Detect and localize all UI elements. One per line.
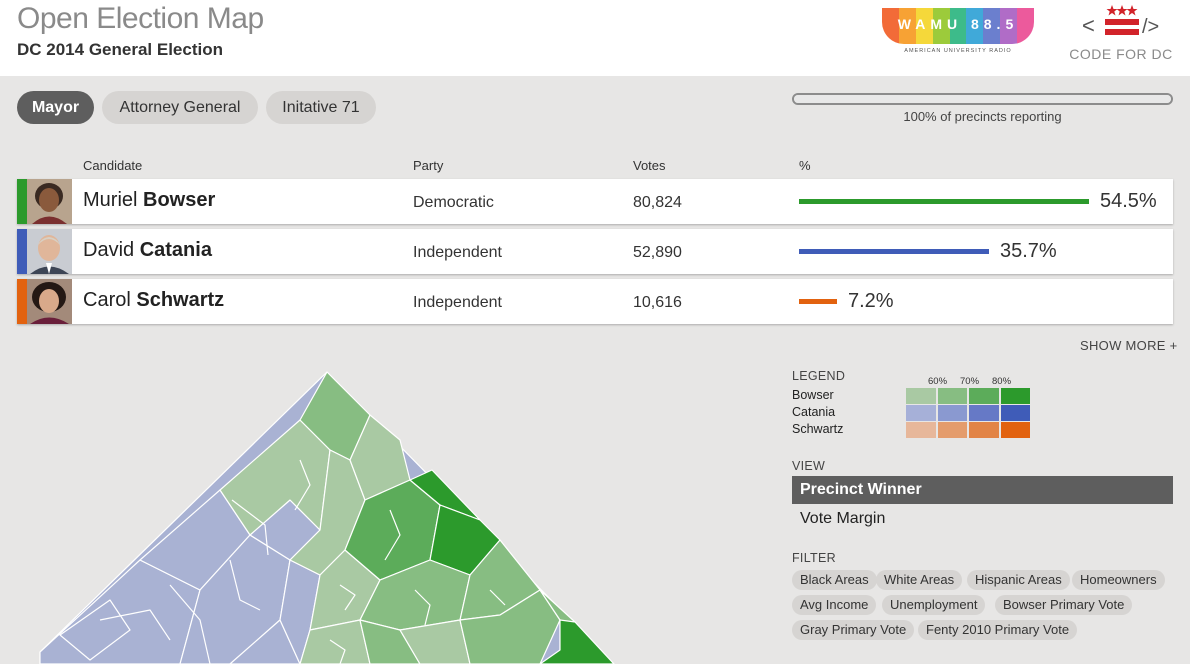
- wamu-logo-subtext: AMERICAN UNIVERSITY RADIO: [904, 48, 1012, 54]
- progress-fill: [794, 95, 1171, 103]
- code-for-dc-text: CODE FOR DC: [1069, 46, 1173, 62]
- candidate-row-schwartz[interactable]: Carol Schwartz Independent 10,616 7.2%: [17, 279, 1173, 324]
- legend-tick-70: 70%: [960, 376, 980, 387]
- column-header-party: Party: [413, 158, 444, 173]
- legend-heading: LEGEND: [792, 369, 846, 383]
- wamu-logo-text: WAMU 88.5: [897, 16, 1019, 32]
- dc-flag-icon: < />: [1082, 5, 1159, 38]
- legend-swatch: [1000, 388, 1030, 404]
- filter-homeowners[interactable]: Homeowners: [1072, 570, 1165, 590]
- candidate-photo: [27, 229, 72, 274]
- legend-swatch: [906, 422, 936, 438]
- filter-white-areas[interactable]: White Areas: [876, 570, 963, 590]
- legend-label-bowser: Bowser: [792, 388, 834, 402]
- candidate-votes: 80,824: [633, 194, 682, 211]
- vote-share-pct: 35.7%: [1000, 240, 1057, 262]
- legend-swatch: [969, 405, 999, 421]
- vote-share-bar: [799, 249, 989, 254]
- view-heading: VIEW: [792, 459, 826, 473]
- precincts-reporting-label: 100% of precincts reporting: [903, 109, 1062, 124]
- candidate-party: Independent: [413, 294, 502, 311]
- candidate-photo: [27, 279, 72, 324]
- candidate-party: Independent: [413, 244, 502, 261]
- legend-label-catania: Catania: [792, 405, 836, 419]
- filter-fenty-2010-primary-vote[interactable]: Fenty 2010 Primary Vote: [918, 620, 1078, 640]
- candidate-color-swatch: [17, 229, 27, 274]
- candidate-color-swatch: [17, 279, 27, 324]
- vote-share-bar: [799, 299, 837, 304]
- legend-swatch: [1000, 405, 1030, 421]
- candidate-votes: 52,890: [633, 244, 682, 261]
- schwartz-photo-icon: [27, 279, 72, 324]
- column-header-pct: %: [799, 158, 811, 173]
- filter-avg-income[interactable]: Avg Income: [792, 595, 877, 615]
- legend-swatch: [906, 388, 936, 404]
- candidate-photo: [27, 179, 72, 224]
- filter-black-areas[interactable]: Black Areas: [792, 570, 877, 590]
- legend-tick-60: 60%: [928, 376, 948, 387]
- vote-share-pct: 7.2%: [848, 290, 894, 312]
- show-more-link[interactable]: SHOW MORE +: [1080, 338, 1178, 353]
- legend-swatch: [969, 422, 999, 438]
- candidate-row-catania[interactable]: David Catania Independent 52,890 35.7%: [17, 229, 1173, 274]
- view-option-vote-margin[interactable]: Vote Margin: [792, 505, 1173, 533]
- bowser-photo-icon: [27, 179, 72, 224]
- candidate-row-bowser[interactable]: Muriel Bowser Democratic 80,824 54.5%: [17, 179, 1173, 224]
- tab-initiative-71[interactable]: Initative 71: [266, 91, 376, 124]
- legend-swatch: [969, 388, 999, 404]
- catania-photo-icon: [27, 229, 72, 274]
- precincts-progress-bar: [792, 93, 1173, 105]
- vote-share-pct: 54.5%: [1100, 190, 1157, 212]
- precinct-map[interactable]: [0, 360, 760, 664]
- candidate-party: Democratic: [413, 194, 494, 211]
- legend-swatch: [937, 422, 967, 438]
- legend-swatch: [906, 405, 936, 421]
- filter-heading: FILTER: [792, 551, 836, 565]
- column-header-votes: Votes: [633, 158, 666, 173]
- legend-swatch-row-catania: [906, 405, 1032, 421]
- legend-label-schwartz: Schwartz: [792, 422, 844, 436]
- candidate-name: David Catania: [83, 239, 212, 261]
- legend-color-grid: [906, 388, 1032, 439]
- code-for-dc-logo[interactable]: < /> CODE FOR DC: [1066, 0, 1176, 66]
- candidate-name: Carol Schwartz: [83, 289, 225, 311]
- candidate-name: Muriel Bowser: [83, 189, 216, 211]
- legend-tick-80: 80%: [992, 376, 1012, 387]
- candidate-votes: 10,616: [633, 294, 682, 311]
- legend-swatch-row-bowser: [906, 388, 1032, 404]
- filter-unemployment[interactable]: Unemployment: [882, 595, 986, 615]
- app-title: Open Election Map: [17, 2, 264, 35]
- candidate-color-swatch: [17, 179, 27, 224]
- wamu-logo[interactable]: WAMU 88.5 AMERICAN UNIVERSITY RADIO: [882, 8, 1034, 60]
- legend-swatch: [937, 405, 967, 421]
- header: Open Election Map DC 2014 General Electi…: [0, 0, 1190, 76]
- view-option-precinct-winner[interactable]: Precinct Winner: [792, 476, 1173, 504]
- filter-gray-primary-vote[interactable]: Gray Primary Vote: [792, 620, 915, 640]
- filter-hispanic-areas[interactable]: Hispanic Areas: [967, 570, 1070, 590]
- svg-text:<: <: [1082, 13, 1095, 38]
- tab-mayor[interactable]: Mayor: [17, 91, 94, 124]
- app-subtitle: DC 2014 General Election: [17, 40, 223, 59]
- svg-text:/>: />: [1142, 16, 1159, 38]
- legend-swatch: [937, 388, 967, 404]
- column-header-candidate: Candidate: [83, 158, 143, 173]
- tab-attorney-general[interactable]: Attorney General: [102, 91, 258, 124]
- vote-share-bar: [799, 199, 1089, 204]
- legend-swatch: [1000, 422, 1030, 438]
- filter-bowser-primary-vote[interactable]: Bowser Primary Vote: [995, 595, 1133, 615]
- legend-swatch-row-schwartz: [906, 422, 1032, 438]
